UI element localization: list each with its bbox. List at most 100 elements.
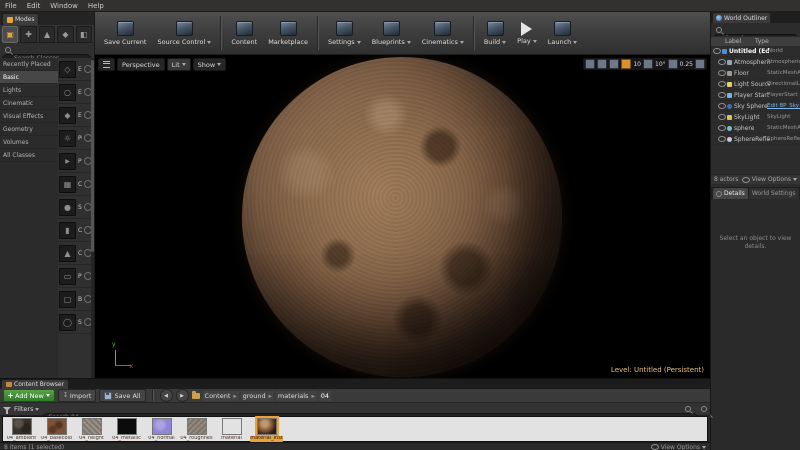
mode-tab-landscape-icon[interactable]: ▲ [38, 26, 56, 43]
visibility-eye-icon[interactable] [718, 136, 726, 142]
viewport[interactable]: Perspective Lit Show 10 10° 0.25 y x Lev… [95, 55, 710, 378]
outliner-row-player-start[interactable]: Player Start PlayerStart [711, 90, 800, 101]
lit-mode-button[interactable]: Lit [166, 58, 191, 71]
breadcrumb-materials[interactable]: materials [275, 390, 317, 401]
breadcrumb-content[interactable]: Content [202, 390, 239, 401]
breadcrumb-ground[interactable]: ground [240, 390, 274, 401]
place-item-sphere-trigger[interactable]: Sph [58, 311, 94, 334]
asset-material[interactable]: material [215, 418, 248, 442]
outliner-view-options-button[interactable]: View Options [741, 176, 797, 183]
modes-panel-tab[interactable]: Modes [2, 13, 40, 25]
import-button[interactable]: ↧ Import [57, 389, 97, 402]
save-current-button[interactable]: Save Current [99, 18, 151, 48]
visibility-eye-icon[interactable] [718, 70, 726, 76]
maximize-viewport-icon[interactable] [695, 59, 705, 69]
blueprints-button[interactable]: Blueprints [367, 18, 416, 48]
category-lights[interactable]: Lights [0, 84, 58, 97]
place-item-sphere[interactable]: Sph [58, 196, 94, 219]
gizmo-translate-icon[interactable] [585, 59, 596, 69]
place-item-player-start[interactable]: Play [58, 150, 94, 173]
outliner-row-skylight[interactable]: SkyLight SkyLight [711, 112, 800, 123]
category-visual-effects[interactable]: Visual Effects [0, 110, 58, 123]
folder-icon[interactable] [191, 390, 200, 399]
marketplace-button[interactable]: Marketplace [263, 18, 313, 48]
cb-view-options-button[interactable]: View Options [650, 444, 706, 450]
edit-blueprint-link[interactable]: Edit BP_Sky_ [767, 103, 800, 109]
asset-04-metallic[interactable]: 04_metallic [110, 418, 143, 442]
cinematics-button[interactable]: Cinematics [417, 18, 469, 48]
perspective-button[interactable]: Perspective [117, 58, 165, 71]
mode-tab-paint-icon[interactable]: ✚ [20, 26, 37, 43]
show-button[interactable]: Show [192, 58, 227, 71]
outliner-row-sphere[interactable]: sphere StaticMeshAct [711, 123, 800, 134]
menu-window[interactable]: Window [45, 0, 83, 11]
grid-snap-icon[interactable] [621, 59, 632, 69]
content-button[interactable]: Content [226, 18, 262, 48]
category-all-classes[interactable]: All Classes [0, 149, 58, 162]
outliner-row-atmospheric-fog[interactable]: Atmospheric Fog AtmosphericF [711, 57, 800, 68]
outliner-row-world[interactable]: Untitled (Editor) World [711, 46, 800, 57]
forward-button[interactable]: ▶ [175, 389, 189, 402]
tab-world-settings[interactable]: World Settings [748, 188, 799, 199]
visibility-eye-icon[interactable] [718, 92, 726, 98]
add-new-button[interactable]: Add New [3, 389, 55, 402]
rotation-snap-value[interactable]: 10° [655, 61, 666, 68]
visibility-eye-icon[interactable] [713, 48, 721, 54]
place-item-empty-actor[interactable]: Emp [58, 58, 94, 81]
menu-edit[interactable]: Edit [22, 0, 46, 11]
play-button[interactable]: Play [512, 19, 542, 47]
place-item-box-trigger[interactable]: Box [58, 288, 94, 311]
category-cinematic[interactable]: Cinematic [0, 97, 58, 110]
search-icon-button[interactable] [701, 406, 707, 412]
source-control-button[interactable]: Source Control [152, 18, 216, 48]
place-item-empty-character[interactable]: Emp [58, 81, 94, 104]
column-type[interactable]: Type [753, 38, 769, 45]
save-all-button[interactable]: Save All [99, 389, 146, 402]
place-item-plane[interactable]: Plan [58, 265, 94, 288]
build-button[interactable]: Build [479, 18, 511, 48]
content-browser-tab[interactable]: Content Browser [2, 380, 69, 389]
filters-button[interactable]: Filters [14, 405, 40, 413]
asset-04-height[interactable]: 04_height [75, 418, 108, 442]
asset-material-inst[interactable]: material_Inst [250, 416, 283, 442]
settings-button[interactable]: Settings [323, 18, 366, 48]
place-item-point-light[interactable]: Poin [58, 127, 94, 150]
mode-tab-foliage-icon[interactable]: ◆ [57, 26, 74, 43]
category-geometry[interactable]: Geometry [0, 123, 58, 136]
back-button[interactable]: ◀ [159, 389, 173, 402]
outliner-row-floor[interactable]: Floor StaticMeshAct [711, 68, 800, 79]
outliner-row-sky-sphere[interactable]: Sky Sphere Edit BP_Sky_ [711, 101, 800, 112]
outliner-row-light-source[interactable]: Light Source DirectionalLig [711, 79, 800, 90]
visibility-eye-icon[interactable] [718, 81, 726, 87]
launch-button[interactable]: Launch [543, 18, 583, 48]
gizmo-scale-icon[interactable] [609, 59, 620, 69]
visibility-eye-icon[interactable] [718, 114, 726, 120]
category-recently-placed[interactable]: Recently Placed [0, 58, 58, 71]
category-volumes[interactable]: Volumes [0, 136, 58, 149]
breadcrumb-04[interactable]: 04 [318, 390, 331, 401]
category-basic[interactable]: Basic [0, 71, 58, 84]
place-item-cube[interactable]: Cub [58, 173, 94, 196]
visibility-eye-icon[interactable] [718, 125, 726, 131]
world-outliner-tab[interactable]: World Outliner [713, 13, 771, 23]
menu-file[interactable]: File [0, 0, 22, 11]
menu-help[interactable]: Help [83, 0, 109, 11]
asset-04-normal[interactable]: 04_normal [145, 418, 178, 442]
viewport-options-button[interactable] [98, 58, 115, 71]
rotation-snap-icon[interactable] [643, 59, 653, 69]
column-label[interactable]: Label [711, 38, 753, 45]
outliner-row-sphere-reflection-capture[interactable]: SphereReflectionCapture SphereReflect [711, 134, 800, 145]
place-list-scrollbar[interactable] [91, 58, 94, 378]
scale-snap-icon[interactable] [667, 59, 678, 69]
place-item-cylinder[interactable]: Cyli [58, 219, 94, 242]
grid-snap-value[interactable]: 10 [633, 61, 641, 68]
gizmo-rotate-icon[interactable] [597, 59, 608, 69]
place-item-empty-pawn[interactable]: Emp [58, 104, 94, 127]
visibility-eye-icon[interactable] [718, 59, 726, 65]
mode-tab-geometry-icon[interactable]: ◧ [75, 26, 93, 43]
mode-tab-place-icon[interactable]: ▣ [2, 26, 19, 43]
sphere-actor-preview[interactable] [242, 57, 562, 377]
visibility-eye-icon[interactable] [718, 103, 726, 109]
tab-details[interactable]: Details [713, 188, 748, 199]
scale-snap-value[interactable]: 0.25 [680, 61, 693, 68]
